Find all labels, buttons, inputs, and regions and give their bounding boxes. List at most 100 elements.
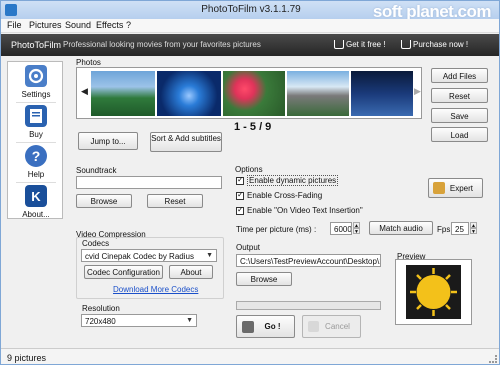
purchase-now-link[interactable]: Purchase now ! [413, 40, 468, 49]
time-per-picture-stepper[interactable]: ▲ ▼ [353, 222, 360, 235]
divider [16, 182, 56, 183]
sort-add-subtitles-label: Sort & Add subtitles [151, 134, 221, 143]
title-bar: PhotoToFilm v3.1.1.79 soft planet.com [1, 1, 499, 21]
sidebar-item-about[interactable]: K About... [12, 184, 60, 220]
status-text: 9 pictures [7, 353, 47, 363]
sidebar-item-label: Settings [21, 90, 51, 99]
preview-image [396, 260, 471, 324]
cancel-label: Cancel [325, 322, 350, 331]
chevron-down-icon: ▼ [186, 317, 193, 324]
sidebar-item-settings[interactable]: Settings [12, 64, 60, 100]
time-per-picture-input[interactable]: 6000 [330, 222, 352, 235]
sidebar-item-label: Buy [29, 130, 43, 139]
enable-dynamic-pictures-checkbox[interactable]: Enable dynamic pictures [236, 175, 339, 186]
resolution-select-value: 720x480 [85, 317, 116, 326]
reset-photos-button[interactable]: Reset [431, 88, 488, 103]
add-files-button[interactable]: Add Files [431, 68, 488, 83]
enable-cross-fading-label: Enable Cross-Fading [247, 191, 323, 200]
chevron-down-icon: ▼ [206, 252, 213, 259]
get-it-free-link[interactable]: Get it free ! [346, 40, 386, 49]
jump-to-label: Jump to... [90, 137, 126, 146]
options-label: Options [235, 165, 263, 174]
menu-bar: File Pictures Sound Effects ? [1, 19, 499, 33]
app-window: PhotoToFilm v3.1.1.79 soft planet.com Fi… [0, 0, 500, 365]
codec-configuration-label: Codec Configuration [87, 268, 160, 277]
cart-icon [334, 40, 344, 49]
prev-arrow-icon[interactable]: ◀ [81, 86, 88, 97]
jump-to-button[interactable]: Jump to... [78, 132, 138, 150]
next-arrow-icon[interactable]: ▶ [414, 86, 421, 97]
codec-select[interactable]: cvid Cinepak Codec by Radius ▼ [81, 249, 217, 262]
about-icon: K [25, 185, 47, 207]
header-banner: PhotoToFilm Professional looking movies … [1, 34, 499, 56]
sort-add-subtitles-button[interactable]: Sort & Add subtitles [150, 132, 222, 152]
preview-frame [395, 259, 472, 325]
divider [16, 102, 56, 103]
divider [16, 142, 56, 143]
load-button[interactable]: Load [431, 127, 488, 142]
soundtrack-browse-button[interactable]: Browse [76, 194, 132, 208]
chevron-up-icon[interactable]: ▲ [353, 222, 360, 229]
banner-title: PhotoToFilm [11, 40, 62, 50]
svg-text:K: K [31, 189, 41, 204]
photo-thumbnail[interactable] [157, 71, 221, 116]
chevron-down-icon[interactable]: ▼ [353, 228, 360, 235]
gear-icon [25, 65, 47, 87]
banner-subtitle: Professional looking movies from your fa… [63, 40, 261, 49]
match-audio-button[interactable]: Match audio [369, 221, 433, 235]
menu-effects[interactable]: Effects [96, 20, 123, 30]
menu-sound[interactable]: Sound [65, 20, 91, 30]
enable-cross-fading-checkbox[interactable]: Enable Cross-Fading [236, 190, 323, 200]
fps-stepper[interactable]: ▲ ▼ [470, 222, 477, 235]
download-more-codecs-link[interactable]: Download More Codecs [113, 285, 198, 294]
time-per-picture-label: Time per picture (ms) : [236, 225, 317, 234]
menu-help[interactable]: ? [126, 20, 131, 30]
photos-label: Photos [76, 58, 101, 67]
reset-photos-label: Reset [449, 92, 470, 101]
load-label: Load [450, 131, 469, 140]
go-button[interactable]: Go ! [236, 315, 295, 338]
checkbox-checked[interactable] [236, 175, 244, 185]
expert-button[interactable]: Expert [428, 178, 483, 198]
go-label: Go ! [264, 322, 281, 331]
enable-on-video-text-label: Enable "On Video Text Insertion" [247, 206, 363, 215]
output-path-field[interactable]: C:\Users\TestPreviewAccount\Desktop\132.… [236, 254, 381, 267]
cart-icon [401, 40, 411, 49]
add-files-label: Add Files [442, 72, 477, 81]
cancel-icon [308, 321, 319, 332]
output-label: Output [236, 243, 261, 252]
soundtrack-field[interactable] [76, 176, 222, 189]
chevron-down-icon[interactable]: ▼ [470, 228, 477, 235]
resolution-select[interactable]: 720x480 ▼ [81, 314, 197, 327]
codec-select-value: cvid Cinepak Codec by Radius [85, 252, 194, 261]
codec-about-button[interactable]: About [169, 265, 213, 279]
output-browse-button[interactable]: Browse [236, 272, 292, 286]
cancel-button[interactable]: Cancel [302, 315, 361, 338]
checkbox-checked[interactable] [236, 190, 244, 200]
chevron-up-icon[interactable]: ▲ [470, 222, 477, 229]
save-button[interactable]: Save [431, 108, 488, 123]
save-label: Save [450, 112, 469, 121]
output-browse-label: Browse [250, 275, 278, 284]
menu-file[interactable]: File [7, 20, 22, 30]
progress-bar [236, 301, 381, 310]
sidebar-item-buy[interactable]: Buy [12, 104, 60, 140]
status-bar: 9 pictures [1, 348, 499, 364]
photo-thumbnail[interactable] [223, 71, 285, 116]
enable-on-video-text-checkbox[interactable]: Enable "On Video Text Insertion" [236, 205, 363, 215]
resolution-label: Resolution [82, 304, 120, 313]
fps-input[interactable]: 25 [451, 222, 469, 235]
sidebar-item-label: Help [27, 170, 45, 179]
checkbox-checked[interactable] [236, 205, 244, 215]
codecs-label: Codecs [82, 239, 110, 248]
photo-thumbnail[interactable] [91, 71, 155, 116]
resize-grip-icon[interactable] [489, 355, 497, 363]
photo-thumbnail[interactable] [287, 71, 349, 116]
sidebar-item-help[interactable]: ? Help [12, 144, 60, 180]
book-icon [25, 105, 47, 127]
menu-pictures[interactable]: Pictures [29, 20, 62, 30]
photo-thumbnail[interactable] [351, 71, 413, 116]
soundtrack-browse-label: Browse [90, 197, 118, 206]
soundtrack-reset-button[interactable]: Reset [147, 194, 203, 208]
codec-configuration-button[interactable]: Codec Configuration [84, 265, 163, 279]
